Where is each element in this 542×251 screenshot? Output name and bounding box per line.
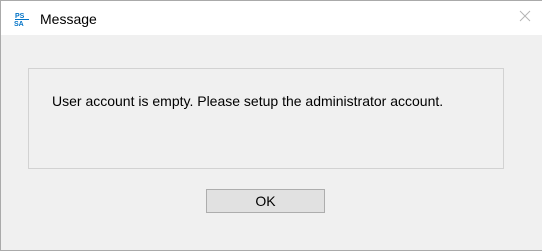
title-bar[interactable]: PS SA Message [1, 1, 542, 35]
window-title: Message [40, 11, 97, 27]
psa-app-icon: PS SA [13, 11, 31, 28]
message-panel: User account is empty. Please setup the … [28, 68, 504, 169]
svg-text:SA: SA [14, 21, 24, 27]
close-button[interactable] [508, 1, 542, 35]
close-icon [519, 9, 531, 27]
ok-button[interactable]: OK [206, 189, 325, 213]
svg-text:PS: PS [15, 13, 25, 20]
message-text: User account is empty. Please setup the … [52, 93, 444, 109]
message-dialog-window: PS SA Message User account is empty. Ple… [0, 0, 542, 251]
